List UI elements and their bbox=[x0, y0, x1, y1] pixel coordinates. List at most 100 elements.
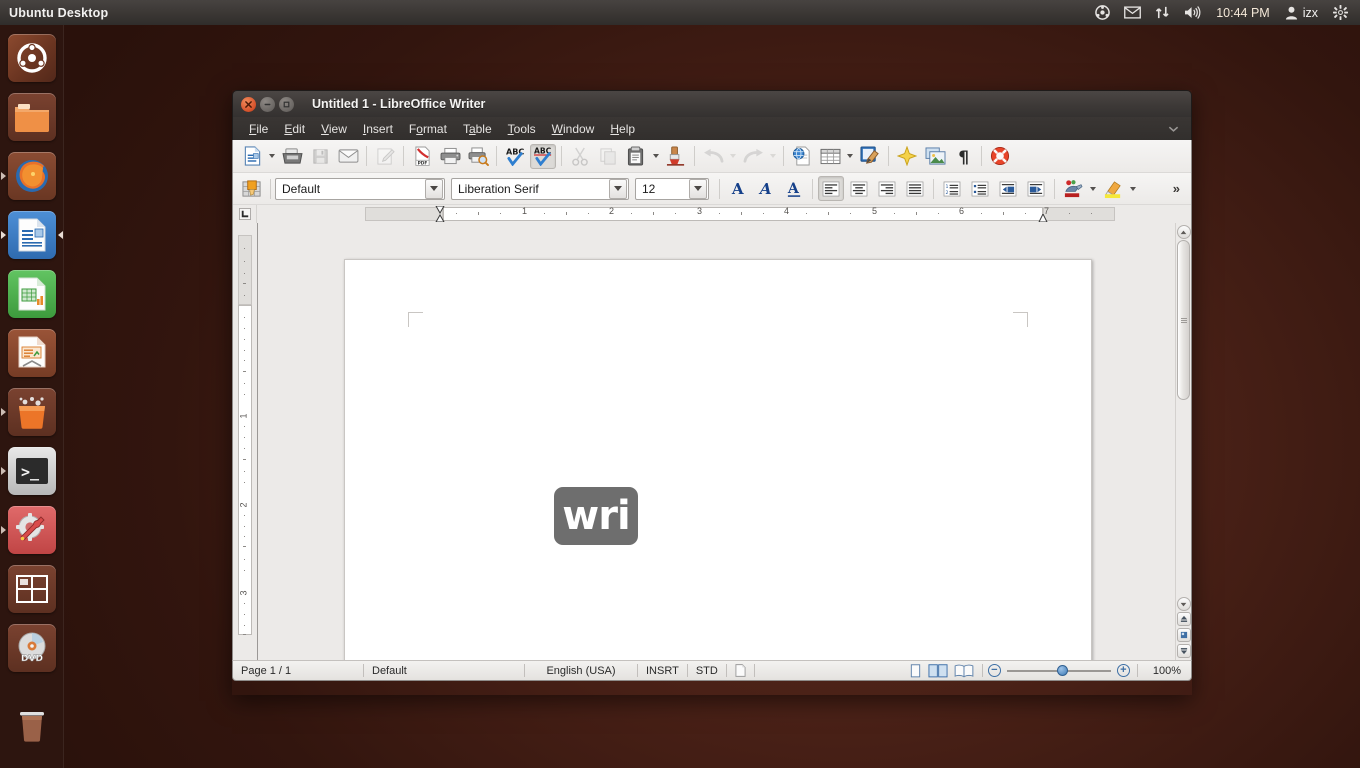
minimize-icon[interactable] bbox=[260, 96, 275, 112]
undo-button[interactable] bbox=[700, 144, 726, 169]
hyperlink-button[interactable] bbox=[789, 144, 815, 169]
redo-button[interactable] bbox=[740, 144, 766, 169]
panel-app-title[interactable]: Ubuntu Desktop bbox=[9, 6, 108, 20]
status-insert-mode[interactable]: INSRT bbox=[638, 660, 687, 681]
gear-icon[interactable] bbox=[1326, 0, 1354, 25]
autospellcheck-button[interactable]: ABC bbox=[530, 143, 556, 169]
font-name-dropdown-icon[interactable] bbox=[609, 178, 627, 199]
font-size-combo[interactable]: 12 bbox=[635, 177, 709, 200]
underline-button[interactable]: A bbox=[781, 176, 807, 201]
launcher-item-libreoffice-writer[interactable] bbox=[0, 205, 64, 264]
previous-page-button[interactable] bbox=[1176, 612, 1191, 626]
paragraph-style-combo[interactable]: Default bbox=[275, 177, 445, 200]
status-selection-mode[interactable]: STD bbox=[688, 660, 726, 681]
document-page[interactable] bbox=[344, 259, 1092, 660]
insert-table-dropdown[interactable] bbox=[844, 144, 856, 169]
spelling-button[interactable]: ABC bbox=[502, 144, 528, 169]
paste-button[interactable] bbox=[623, 144, 649, 169]
cut-button[interactable] bbox=[567, 144, 593, 169]
menu-window[interactable]: Window bbox=[544, 120, 603, 138]
zoom-out-button[interactable]: − bbox=[987, 664, 1001, 677]
insert-table-button[interactable] bbox=[817, 144, 843, 169]
zoom-in-button[interactable]: + bbox=[1116, 664, 1130, 677]
close-icon[interactable] bbox=[241, 96, 256, 112]
menu-table[interactable]: Table bbox=[455, 120, 500, 138]
paste-dropdown[interactable] bbox=[650, 144, 662, 169]
unsaved-doc-icon[interactable] bbox=[727, 660, 754, 681]
draw-functions-button[interactable] bbox=[857, 144, 883, 169]
vertical-ruler[interactable]: 1 2 3 bbox=[233, 223, 257, 660]
justify-button[interactable] bbox=[902, 176, 928, 201]
status-page-style[interactable]: Default bbox=[364, 660, 524, 681]
paragraph-style-dropdown-icon[interactable] bbox=[425, 178, 443, 199]
font-name-combo[interactable]: Liberation Serif bbox=[451, 177, 629, 200]
volume-icon[interactable] bbox=[1177, 0, 1208, 25]
scroll-down-button[interactable] bbox=[1176, 597, 1191, 611]
status-page-number[interactable]: Page 1 / 1 bbox=[233, 660, 363, 681]
ubuntuone-icon[interactable] bbox=[1088, 0, 1117, 25]
scroll-up-button[interactable] bbox=[1176, 225, 1191, 239]
launcher-item-system-settings[interactable] bbox=[0, 500, 64, 559]
right-indent-marker[interactable] bbox=[1038, 214, 1048, 222]
font-color-dropdown[interactable] bbox=[1087, 176, 1099, 201]
edit-mode-button[interactable] bbox=[372, 144, 398, 169]
font-size-dropdown-icon[interactable] bbox=[689, 178, 707, 199]
horizontal-ruler[interactable]: 1 2 3 4 5 6 7 bbox=[257, 205, 1191, 223]
network-updown-icon[interactable] bbox=[1148, 0, 1177, 25]
status-language[interactable]: English (USA) bbox=[525, 660, 637, 681]
bold-button[interactable]: A bbox=[725, 176, 751, 201]
redo-dropdown[interactable] bbox=[767, 144, 779, 169]
decrease-indent-button[interactable] bbox=[995, 176, 1021, 201]
open-button[interactable] bbox=[279, 144, 305, 169]
launcher-item-trash[interactable] bbox=[0, 695, 64, 754]
align-left-button[interactable] bbox=[818, 176, 844, 201]
align-right-button[interactable] bbox=[874, 176, 900, 201]
new-document-dropdown[interactable] bbox=[266, 144, 278, 169]
undo-dropdown[interactable] bbox=[727, 144, 739, 169]
messaging-envelope-icon[interactable] bbox=[1117, 0, 1148, 25]
image-button[interactable] bbox=[922, 144, 948, 169]
email-button[interactable] bbox=[335, 144, 361, 169]
new-document-button[interactable] bbox=[239, 144, 265, 169]
launcher-item-workspace-switcher[interactable] bbox=[0, 559, 64, 618]
user-avatar-icon[interactable] bbox=[1278, 0, 1301, 25]
book-view-button[interactable] bbox=[951, 660, 977, 681]
menu-help[interactable]: Help bbox=[602, 120, 643, 138]
export-pdf-button[interactable]: PDF bbox=[409, 144, 435, 169]
username[interactable]: izx bbox=[1301, 0, 1326, 25]
vertical-scrollbar[interactable] bbox=[1175, 223, 1191, 660]
chevron-down-icon[interactable] bbox=[1168, 125, 1191, 133]
menu-insert[interactable]: Insert bbox=[355, 120, 401, 138]
clock[interactable]: 10:44 PM bbox=[1208, 0, 1278, 25]
menu-view[interactable]: View bbox=[313, 120, 355, 138]
font-color-button[interactable] bbox=[1060, 176, 1086, 201]
next-page-button[interactable] bbox=[1176, 644, 1191, 658]
gallery-button[interactable] bbox=[894, 144, 920, 169]
launcher-item-libreoffice-calc[interactable] bbox=[0, 264, 64, 323]
clone-formatting-button[interactable] bbox=[663, 144, 689, 169]
help-button[interactable] bbox=[987, 144, 1013, 169]
scrollbar-track[interactable] bbox=[1177, 402, 1190, 597]
menu-format[interactable]: Format bbox=[401, 120, 455, 138]
zoom-slider-thumb[interactable] bbox=[1056, 665, 1068, 676]
formatting-marks-button[interactable]: ¶ bbox=[950, 144, 976, 169]
print-button[interactable] bbox=[437, 144, 463, 169]
copy-button[interactable] bbox=[595, 144, 621, 169]
ordered-list-button[interactable]: 1 2 bbox=[939, 176, 965, 201]
increase-indent-button[interactable] bbox=[1023, 176, 1049, 201]
launcher-item-libreoffice-impress[interactable] bbox=[0, 323, 64, 382]
scrollbar-thumb[interactable] bbox=[1177, 240, 1190, 400]
paragraph-style-icon[interactable] bbox=[239, 176, 265, 201]
launcher-item-disc-drive[interactable]: DVD bbox=[0, 618, 64, 677]
ruler-corner-button[interactable] bbox=[233, 205, 257, 223]
document-canvas[interactable]: wri bbox=[257, 223, 1175, 660]
unordered-list-button[interactable] bbox=[967, 176, 993, 201]
zoom-slider[interactable] bbox=[1006, 660, 1111, 681]
italic-button[interactable]: A bbox=[753, 176, 779, 201]
launcher-item-dash-home[interactable] bbox=[0, 29, 64, 87]
launcher-item-files[interactable] bbox=[0, 87, 64, 146]
formatting-toolbar-overflow[interactable]: » bbox=[1173, 181, 1186, 196]
launcher-item-software-center[interactable] bbox=[0, 382, 64, 441]
align-center-button[interactable] bbox=[846, 176, 872, 201]
highlight-color-button[interactable] bbox=[1100, 176, 1126, 201]
